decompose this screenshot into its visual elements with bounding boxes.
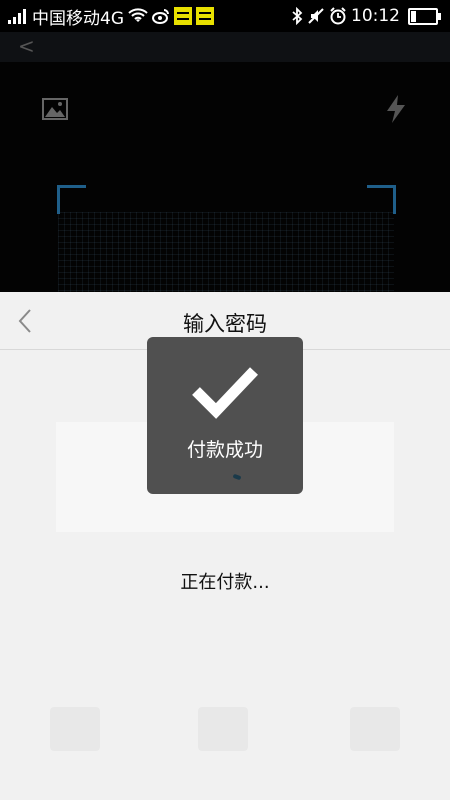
carrier-label: 中国移动4G: [32, 8, 124, 29]
scanner-header: <: [0, 32, 450, 62]
notification-icon: [174, 7, 192, 25]
faded-icon: [50, 707, 100, 751]
gallery-icon[interactable]: [42, 98, 68, 120]
payment-success-toast: 付款成功: [147, 337, 303, 494]
faded-background-icons: [0, 697, 450, 777]
bluetooth-icon: [292, 7, 303, 25]
loading-spinner: [232, 473, 242, 481]
checkmark-icon: [192, 367, 258, 419]
clock-time: 10:12: [351, 6, 400, 26]
flash-icon[interactable]: [384, 94, 408, 124]
alarm-icon: [330, 7, 346, 25]
qr-scanner-view: <: [0, 32, 450, 292]
battery-icon: [408, 7, 441, 25]
scan-frame-corner: [57, 185, 86, 214]
notification-icon: [196, 7, 214, 25]
screen: 中国移动4G 10:12 < 输入密码 正在付款... 付款成功: [0, 0, 450, 800]
signal-icon: [8, 8, 28, 24]
faded-icon: [198, 707, 248, 751]
status-bar: 中国移动4G 10:12: [0, 0, 450, 32]
faded-icon: [350, 707, 400, 751]
back-icon: <: [18, 34, 35, 58]
paying-status-text: 正在付款...: [180, 572, 270, 593]
toast-message: 付款成功: [186, 439, 263, 461]
sheet-title: 输入密码: [183, 312, 267, 336]
scan-frame-corner: [367, 185, 396, 214]
weibo-icon: [152, 9, 169, 24]
mute-icon: [308, 8, 324, 24]
wifi-icon: [128, 8, 148, 22]
scan-grid: [58, 212, 394, 292]
